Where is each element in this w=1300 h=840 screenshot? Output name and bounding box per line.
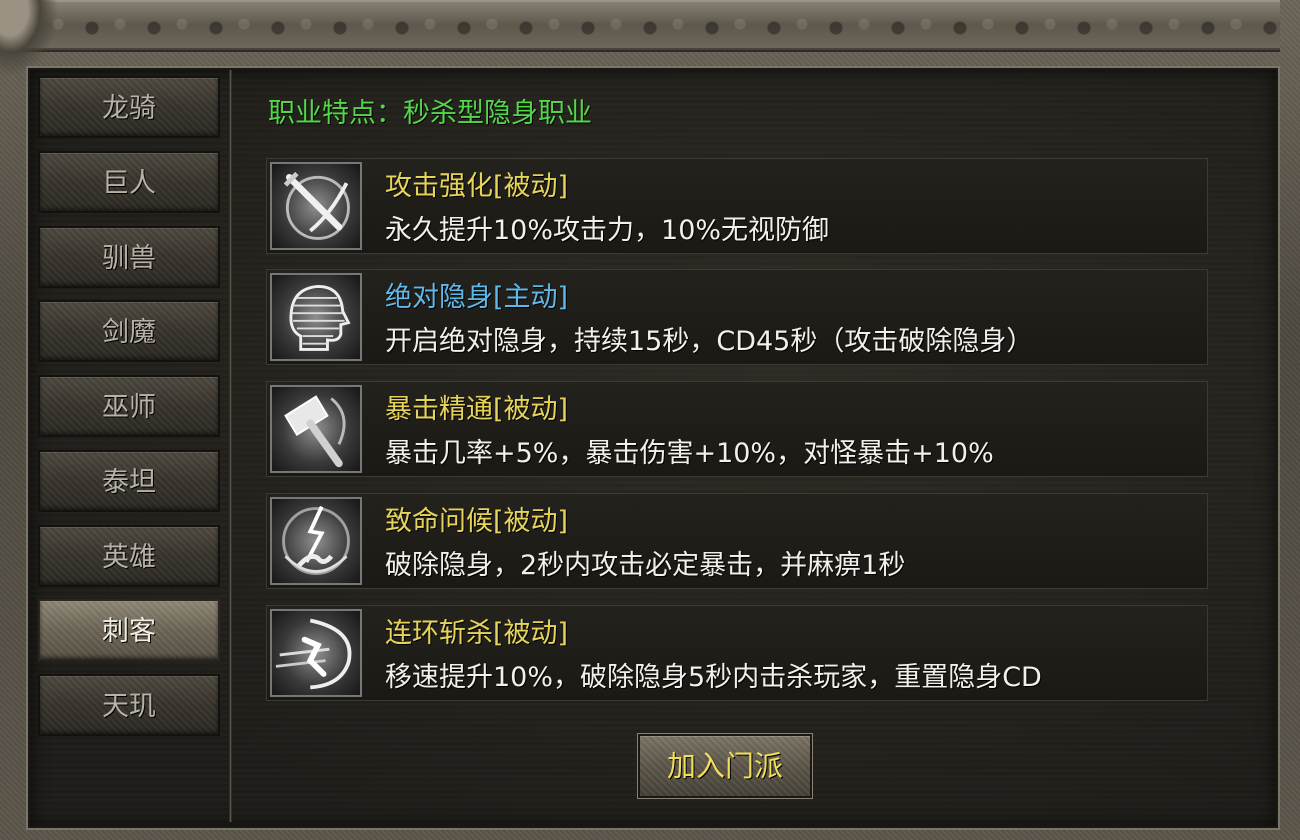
skill-description: 开启绝对隐身，持续15秒，CD45秒（攻击破除隐身） (385, 326, 1034, 357)
skill-name: 连环斩杀[被动] (385, 618, 569, 649)
lightning-strike-icon[interactable] (270, 497, 362, 585)
skill-name: 暴击精通[被动] (385, 394, 569, 425)
dash-slash-icon[interactable] (270, 609, 362, 697)
skill-row: 致命问候[被动] 破除隐身，2秒内攻击必定暴击，并麻痹1秒 (266, 493, 1208, 589)
skill-name: 绝对隐身[主动] (385, 282, 569, 313)
class-tab-wizard[interactable]: 巫师 (38, 375, 220, 437)
join-sect-button[interactable]: 加入门派 (638, 734, 812, 798)
class-tab-dragon-knight[interactable]: 龙骑 (38, 76, 220, 138)
sword-slash-icon[interactable] (270, 162, 362, 250)
class-tab-assassin[interactable]: 刺客 (38, 599, 220, 661)
skill-name: 致命问候[被动] (385, 506, 569, 537)
skill-description: 破除隐身，2秒内攻击必定暴击，并麻痹1秒 (385, 550, 906, 581)
class-trait-title: 职业特点：秒杀型隐身职业 (268, 98, 592, 129)
class-tab-titan[interactable]: 泰坦 (38, 450, 220, 512)
class-tab-hero[interactable]: 英雄 (38, 525, 220, 587)
skill-description: 永久提升10%攻击力，10%无视防御 (385, 215, 830, 246)
skill-row: 连环斩杀[被动] 移速提升10%，破除隐身5秒内击杀玩家，重置隐身CD (266, 605, 1208, 701)
panel-divider (229, 70, 232, 822)
class-tab-sword-demon[interactable]: 剑魔 (38, 300, 220, 362)
skill-row: 暴击精通[被动] 暴击几率+5%，暴击伤害+10%，对怪暴击+10% (266, 381, 1208, 477)
class-tab-beast-tamer[interactable]: 驯兽 (38, 226, 220, 288)
skill-name: 攻击强化[被动] (385, 171, 569, 202)
skill-row: 攻击强化[被动] 永久提升10%攻击力，10%无视防御 (266, 158, 1208, 254)
skill-row: 绝对隐身[主动] 开启绝对隐身，持续15秒，CD45秒（攻击破除隐身） (266, 269, 1208, 365)
hammer-icon[interactable] (270, 385, 362, 473)
ornate-top-border (18, 0, 1280, 52)
skill-description: 移速提升10%，破除隐身5秒内击杀玩家，重置隐身CD (385, 662, 1042, 693)
stealth-head-icon[interactable] (270, 273, 362, 361)
class-tab-tianji[interactable]: 天玑 (38, 674, 220, 736)
class-tab-giant[interactable]: 巨人 (38, 151, 220, 213)
skill-description: 暴击几率+5%，暴击伤害+10%，对怪暴击+10% (385, 438, 994, 469)
